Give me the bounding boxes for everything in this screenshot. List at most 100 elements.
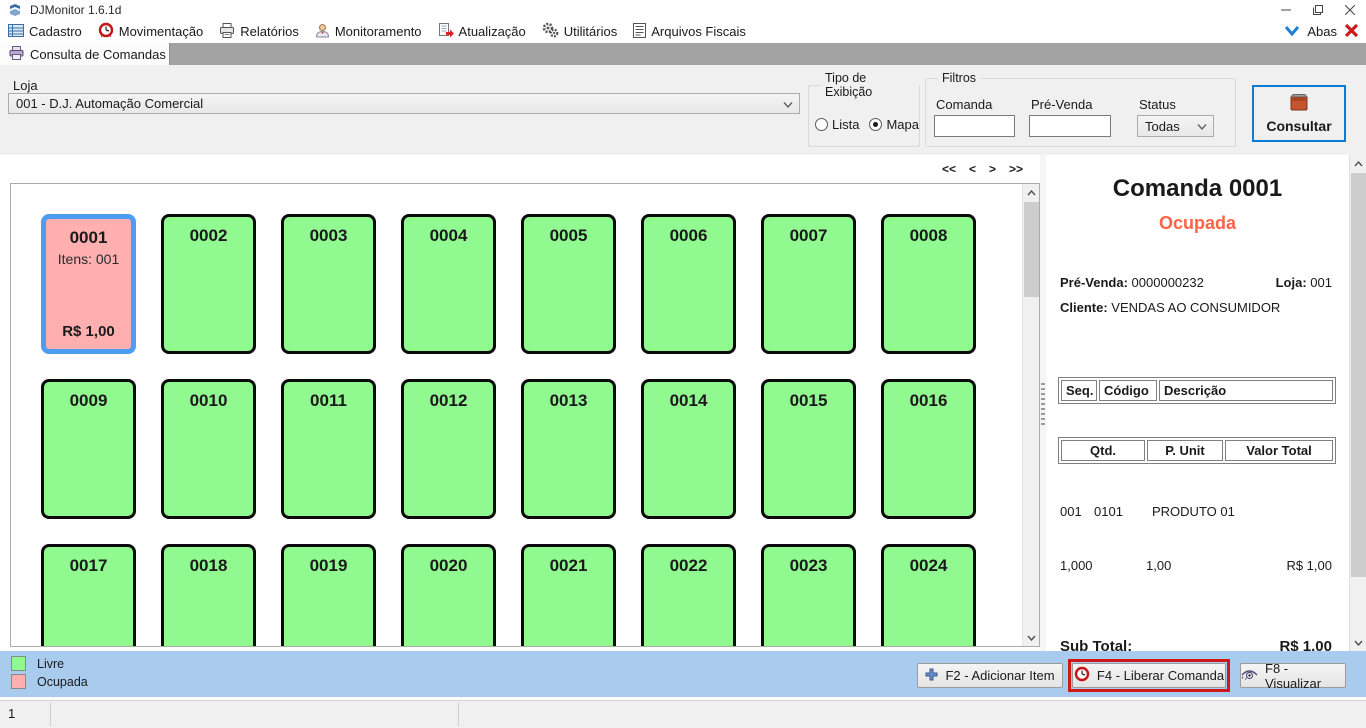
chevron-down-icon xyxy=(1197,119,1207,134)
scroll-up-icon[interactable] xyxy=(1023,184,1039,201)
comanda-card[interactable]: 0022 xyxy=(641,544,736,646)
update-icon xyxy=(438,23,454,41)
comanda-card-number: 0017 xyxy=(70,556,108,576)
abas-label[interactable]: Abas xyxy=(1307,24,1337,39)
radio-lista[interactable]: Lista xyxy=(815,117,859,132)
header-descricao: Descrição xyxy=(1159,380,1333,401)
window-title: DJMonitor 1.6.1d xyxy=(30,3,121,17)
comanda-card[interactable]: 0013 xyxy=(521,379,616,519)
items-header-row-2: Qtd. P. Unit Valor Total xyxy=(1058,437,1336,464)
detail-scroll-thumb[interactable] xyxy=(1351,173,1366,577)
menu-item-atualizacao[interactable]: Atualização xyxy=(438,23,526,41)
comanda-card[interactable]: 0007 xyxy=(761,214,856,354)
f8-visualizar-button[interactable]: F8 - Visualizar xyxy=(1240,663,1346,688)
comanda-card[interactable]: 0018 xyxy=(161,544,256,646)
detail-scrollbar[interactable] xyxy=(1349,155,1366,651)
tab-strip: Consulta de Comandas xyxy=(0,43,1366,65)
menu-item-cadastro[interactable]: Cadastro xyxy=(8,23,82,41)
splitter-grip-icon xyxy=(1041,383,1045,427)
detail-title: Comanda 0001 xyxy=(1046,175,1349,203)
comanda-card-number: 0020 xyxy=(430,556,468,576)
comanda-card[interactable]: 0002 xyxy=(161,214,256,354)
last-page-button[interactable]: >> xyxy=(1009,162,1023,176)
radio-circle-selected xyxy=(869,118,882,131)
comanda-card[interactable]: 0014 xyxy=(641,379,736,519)
item-row-values: 1,000 1,00 R$ 1,00 xyxy=(1060,558,1332,573)
map-scroll-thumb[interactable] xyxy=(1024,202,1039,297)
legend-item-ocupada: Ocupada xyxy=(11,674,88,689)
f2-adicionar-item-button[interactable]: F2 - Adicionar Item xyxy=(917,663,1063,688)
comanda-map-panel: 0001Itens: 001R$ 1,00 0002 0003 0004 0005 000… xyxy=(10,183,1040,647)
comanda-card-number: 0023 xyxy=(790,556,828,576)
comanda-card[interactable]: 0001Itens: 001R$ 1,00 xyxy=(41,214,136,354)
close-tab-icon[interactable] xyxy=(1345,24,1358,40)
comanda-card-number: 0014 xyxy=(670,391,708,411)
comanda-card[interactable]: 0010 xyxy=(161,379,256,519)
item-row-ids: 001 0101 PRODUTO 01 xyxy=(1060,504,1082,519)
first-page-button[interactable]: << xyxy=(942,162,956,176)
comanda-card[interactable]: 0004 xyxy=(401,214,496,354)
comanda-card-number: 0005 xyxy=(550,226,588,246)
gears-icon xyxy=(542,22,559,41)
comanda-card[interactable]: 0005 xyxy=(521,214,616,354)
comanda-card-number: 0008 xyxy=(910,226,948,246)
loja-select[interactable]: 001 - D.J. Automação Comercial xyxy=(8,93,800,114)
tab-consulta-de-comandas[interactable]: Consulta de Comandas xyxy=(0,43,170,65)
item-qtd: 1,000 xyxy=(1060,558,1093,573)
scroll-down-icon[interactable] xyxy=(1350,634,1366,651)
menu-item-relatorios[interactable]: Relatórios xyxy=(219,23,299,41)
menu-item-arquivos-fiscais[interactable]: Arquivos Fiscais xyxy=(633,23,746,41)
maximize-button[interactable] xyxy=(1302,0,1334,20)
comanda-card-itens: Itens: 001 xyxy=(58,251,120,267)
comanda-card[interactable]: 0024 xyxy=(881,544,976,646)
scroll-down-icon[interactable] xyxy=(1023,629,1039,646)
comanda-card[interactable]: 0011 xyxy=(281,379,376,519)
comanda-card[interactable]: 0012 xyxy=(401,379,496,519)
comanda-input[interactable] xyxy=(934,115,1015,137)
status-selected-value: Todas xyxy=(1145,119,1180,134)
consultar-button[interactable]: Consultar xyxy=(1252,85,1346,142)
minimize-button[interactable] xyxy=(1270,0,1302,20)
f4-liberar-comanda-button[interactable]: F4 - Liberar Comanda xyxy=(1072,663,1226,688)
comanda-card-number: 0009 xyxy=(70,391,108,411)
briefcase-icon xyxy=(1287,93,1311,115)
pre-venda-input[interactable] xyxy=(1029,115,1111,137)
comanda-card[interactable]: 0020 xyxy=(401,544,496,646)
chevron-down-icon[interactable] xyxy=(1285,24,1299,39)
cliente-info: Cliente: VENDAS AO CONSUMIDOR xyxy=(1060,300,1280,315)
map-scrollbar[interactable] xyxy=(1022,184,1039,646)
filter-panel: Loja 001 - D.J. Automação Comercial Tipo… xyxy=(0,65,1366,155)
pre-venda-info-value: 0000000232 xyxy=(1132,275,1204,290)
comanda-card[interactable]: 0008 xyxy=(881,214,976,354)
comanda-card-number: 0004 xyxy=(430,226,468,246)
pre-venda-info: Pré-Venda: 0000000232 xyxy=(1060,275,1204,290)
comanda-card[interactable]: 0023 xyxy=(761,544,856,646)
comanda-card-number: 0011 xyxy=(310,391,347,411)
comanda-card[interactable]: 0006 xyxy=(641,214,736,354)
status-select[interactable]: Todas xyxy=(1137,115,1214,137)
comanda-card-number: 0022 xyxy=(670,556,708,576)
comanda-card-number: 0021 xyxy=(550,556,588,576)
close-window-button[interactable] xyxy=(1334,0,1366,20)
menu-item-movimentacao[interactable]: Movimentação xyxy=(98,22,204,41)
subtotal-row: Sub Total: R$ 1,00 xyxy=(1060,638,1332,651)
loja-label: Loja xyxy=(13,78,38,93)
radio-mapa[interactable]: Mapa xyxy=(869,117,919,132)
scroll-up-icon[interactable] xyxy=(1350,155,1366,172)
comanda-card[interactable]: 0003 xyxy=(281,214,376,354)
next-page-button[interactable]: > xyxy=(989,162,996,176)
comanda-card[interactable]: 0009 xyxy=(41,379,136,519)
cliente-info-value: VENDAS AO CONSUMIDOR xyxy=(1111,300,1280,315)
comanda-card[interactable]: 0021 xyxy=(521,544,616,646)
bottom-action-bar: Livre Ocupada F2 - Adicionar Item F4 - L… xyxy=(0,651,1366,697)
radio-label: Lista xyxy=(832,117,859,132)
main-area: << < > >> 0001Itens: 001R$ 1,00000200030… xyxy=(0,155,1366,651)
menu-item-utilitarios[interactable]: Utilitários xyxy=(542,22,617,41)
menu-item-monitoramento[interactable]: Monitoramento xyxy=(315,23,422,41)
comanda-card[interactable]: 0016 xyxy=(881,379,976,519)
comanda-card[interactable]: 0017 xyxy=(41,544,136,646)
tipo-exibicao-group: Tipo de Exibição Lista Mapa xyxy=(808,71,920,147)
comanda-card[interactable]: 0015 xyxy=(761,379,856,519)
comanda-card[interactable]: 0019 xyxy=(281,544,376,646)
prev-page-button[interactable]: < xyxy=(969,162,976,176)
